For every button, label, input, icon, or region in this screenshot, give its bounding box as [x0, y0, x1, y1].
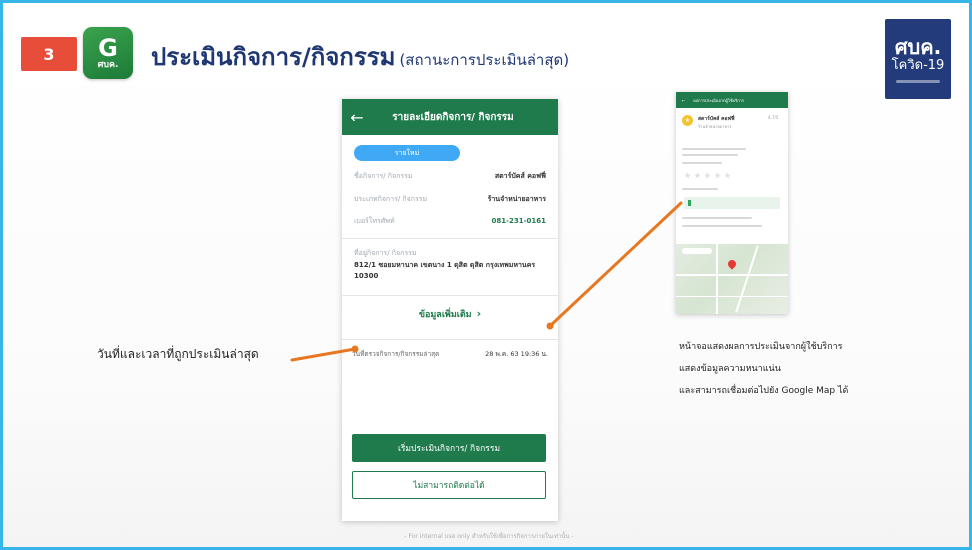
annotation-line: และสามารถเชื่อมต่อไปยัง Google Map ได้	[679, 386, 849, 396]
field-value: สตาร์บัคส์ คอฟฟี่	[494, 171, 546, 180]
phone2-header: ← ผลการประเมินจากผู้ใช้บริการ	[676, 92, 788, 108]
map-road	[735, 245, 759, 313]
phone-header: ← รายละเอียดกิจการ/ กิจกรรม	[342, 99, 558, 135]
brand-logo-rule	[896, 79, 940, 83]
map-road	[676, 296, 788, 297]
field-row-phone: เบอร์โทรศัพท์ 081-231-0161	[354, 214, 546, 228]
text-placeholder	[682, 225, 762, 227]
shield-g-icon: G	[98, 33, 118, 62]
arrow-left-icon[interactable]: ←	[342, 108, 372, 127]
more-info-label: ข้อมูลเพิ่มเติม	[418, 310, 472, 320]
last-eval-value: 28 พ.ค. 63 19:36 น.	[485, 350, 548, 358]
annotation-line: หน้าจอแสดงผลการประเมินจากผู้ใช้บริการ	[679, 342, 843, 352]
phone-screen-detail: ← รายละเอียดกิจการ/ กิจกรรม รายใหม่ ชื่อ…	[342, 99, 558, 521]
phone-header-title: รายละเอียดกิจการ/ กิจกรรม	[392, 111, 514, 123]
address-value: 812/1 ซอยมหานาค เขตนาง 1 ดุสิต ดุสิต กรุ…	[354, 261, 536, 280]
connector-right	[548, 201, 683, 328]
text-placeholder	[682, 188, 718, 190]
field-row-name: ชื่อกิจการ/ กิจกรรม สตาร์บัคส์ คอฟฟี่	[354, 169, 546, 183]
field-row-type: ประเภทกิจการ/ กิจกรรม ร้านจำหน่ายอาหาร	[354, 192, 546, 206]
map-road	[716, 244, 718, 314]
page-title: ประเมินกิจการ/กิจกรรม (สถานะการประเมินล่า…	[151, 37, 569, 76]
last-eval-row: วันที่ตรวจกิจการ/กิจกรรมล่าสุด 28 พ.ค. 6…	[352, 349, 548, 359]
density-indicator	[684, 197, 780, 209]
footer-note: - For internal use only สำหรับใช้เพื่อกา…	[404, 533, 574, 540]
divider	[342, 339, 558, 340]
annotation-ratings: หน้าจอแสดงผลการประเมินจากผู้ใช้บริการ แส…	[679, 336, 939, 402]
brand-logo-line1: ศบค.	[894, 34, 942, 59]
brand-logo: ศบค. โควิด-19	[885, 19, 951, 99]
phone2-place-name: สตาร์บัคส์ คอฟฟี่	[698, 116, 735, 122]
field-value: ร้านจำหน่ายอาหาร	[487, 194, 546, 203]
star-icon[interactable]	[684, 172, 691, 179]
star-badge-icon: ★	[682, 115, 693, 126]
cannot-contact-button[interactable]: ไม่สามารถติดต่อได้	[352, 471, 546, 499]
star-icon[interactable]	[694, 172, 701, 179]
field-label: ชื่อกิจการ/ กิจกรรม	[354, 171, 413, 180]
phone2-rating: 4.7/5	[768, 115, 779, 120]
page-title-text: ประเมินกิจการ/กิจกรรม	[151, 43, 396, 71]
field-label: เบอร์โทรศัพท์	[354, 216, 395, 225]
annotation-line: แสดงข้อมูลความหนาแน่น	[679, 364, 781, 374]
page-subtitle: (สถานะการประเมินล่าสุด)	[399, 51, 570, 69]
text-placeholder	[682, 217, 752, 219]
divider	[342, 238, 558, 239]
density-bar-icon	[688, 200, 691, 206]
divider	[342, 295, 558, 296]
map-search-pill[interactable]	[682, 248, 712, 254]
text-placeholder	[682, 162, 722, 164]
app-logo-text: ศบค.	[97, 59, 119, 70]
field-label: ประเภทกิจการ/ กิจกรรม	[354, 194, 428, 203]
map-road	[676, 274, 788, 276]
last-eval-label: วันที่ตรวจกิจการ/กิจกรรมล่าสุด	[352, 350, 440, 358]
address-label: ที่อยู่กิจการ/ กิจกรรม	[354, 249, 417, 257]
star-icon[interactable]	[724, 172, 731, 179]
annotation-last-eval: วันที่และเวลาที่ถูกประเมินล่าสุด	[97, 347, 259, 361]
map-pin-icon	[726, 258, 738, 270]
google-map[interactable]	[676, 244, 788, 314]
status-badge: รายใหม่	[354, 145, 460, 161]
start-evaluation-button[interactable]: เริ่มประเมินกิจการ/ กิจกรรม	[352, 434, 546, 462]
slide-frame: 3 G ศบค. ประเมินกิจการ/กิจกรรม (สถานะการป…	[0, 0, 972, 550]
phone2-header-title: ผลการประเมินจากผู้ใช้บริการ	[693, 97, 745, 103]
star-icon[interactable]	[714, 172, 721, 179]
app-logo: G ศบค.	[83, 27, 133, 79]
text-placeholder	[682, 148, 746, 150]
more-info-link[interactable]: ข้อมูลเพิ่มเติม ›	[342, 307, 558, 327]
phone-number-link[interactable]: 081-231-0161	[491, 217, 546, 225]
arrow-left-icon[interactable]: ←	[682, 98, 685, 103]
phone2-place-sub: ร้านจำหน่ายอาหาร	[698, 124, 732, 129]
phone-screen-ratings: ← ผลการประเมินจากผู้ใช้บริการ ★ สตาร์บัค…	[676, 92, 788, 314]
step-number-badge: 3	[21, 37, 77, 71]
star-icon[interactable]	[704, 172, 711, 179]
brand-logo-line2: โควิด-19	[891, 57, 945, 73]
text-placeholder	[682, 154, 738, 156]
chevron-right-icon: ›	[476, 307, 482, 320]
